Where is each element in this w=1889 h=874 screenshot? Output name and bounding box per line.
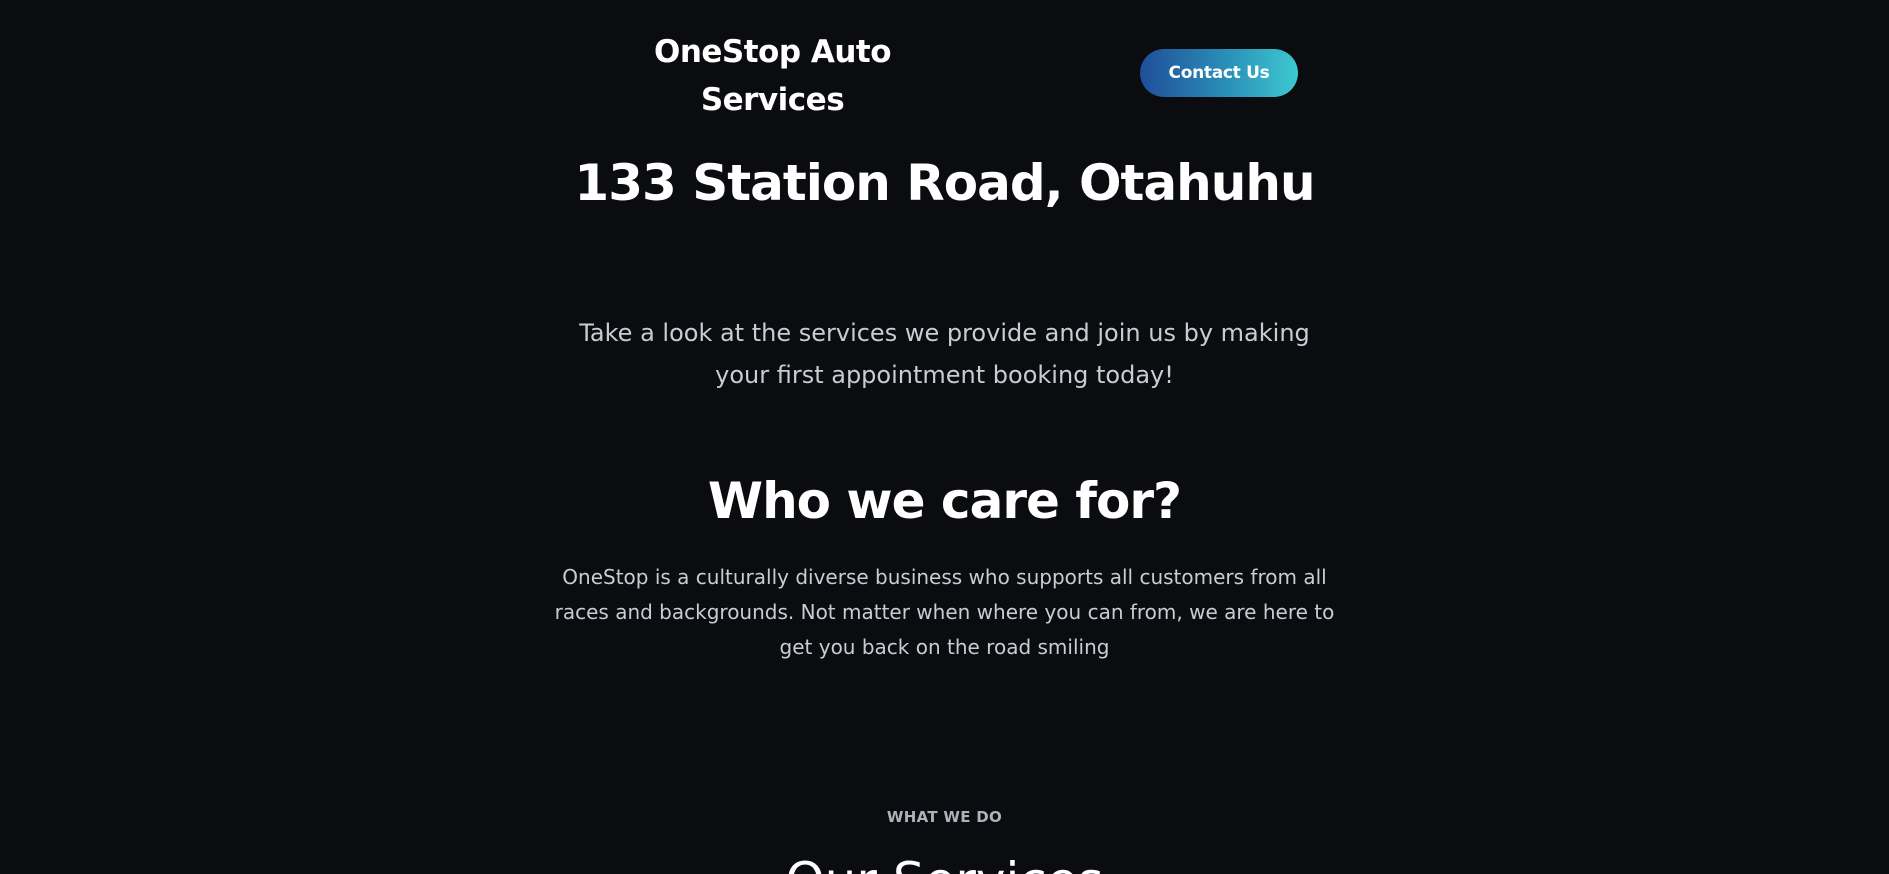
site-logo[interactable]: OneStop Auto Services: [620, 28, 925, 124]
contact-us-button[interactable]: Contact Us: [1140, 49, 1298, 97]
care-text-block: OneStop is a culturally diverse business…: [0, 560, 1889, 665]
logo-line-1: OneStop Auto: [653, 34, 892, 70]
site-header: OneStop Auto Services Contact Us: [0, 24, 1889, 124]
intro-text-block: Take a look at the services we provide a…: [0, 312, 1889, 396]
services-eyebrow: WHAT WE DO: [886, 808, 1003, 826]
care-text: OneStop is a culturally diverse business…: [554, 565, 1335, 659]
page: OneStop Auto Services Contact Us 133 Sta…: [0, 0, 1889, 874]
services-heading: Our Services: [0, 846, 1889, 874]
intro-text: Take a look at the services we provide a…: [579, 319, 1310, 389]
care-heading: Who we care for?: [707, 472, 1182, 530]
logo-line-2: Services: [700, 82, 845, 118]
address-heading: 133 Station Road, Otahuhu: [574, 154, 1315, 212]
